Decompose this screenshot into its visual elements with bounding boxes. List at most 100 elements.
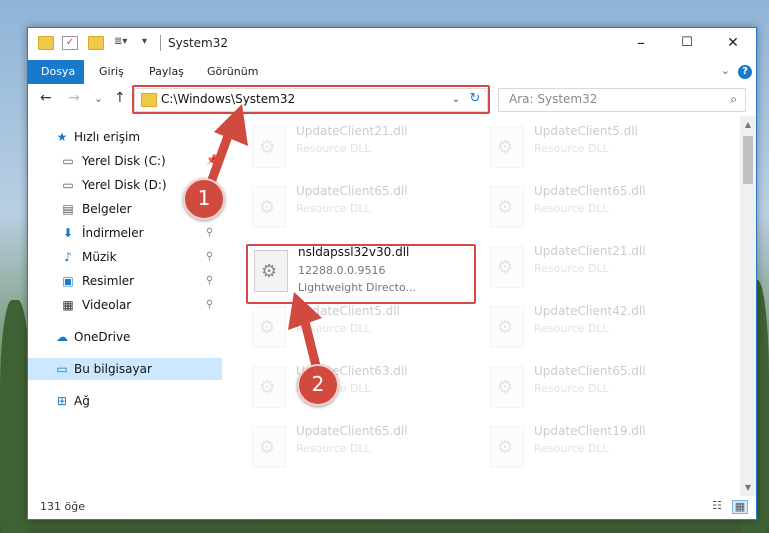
list-item[interactable]: UpdateClient65.dll Resource DLL — [484, 180, 714, 236]
file-type: Resource DLL — [296, 142, 371, 155]
sidebar-item-this-pc[interactable]: ▭ Bu bilgisayar — [28, 358, 222, 380]
item-count: 131 öğe — [40, 500, 85, 513]
list-item[interactable]: UpdateClient63.dll Resource DLL — [246, 360, 476, 416]
details-view-icon[interactable]: ☷ — [710, 500, 724, 512]
file-type: Resource DLL — [534, 382, 609, 395]
cloud-icon: ☁ — [56, 330, 68, 344]
sidebar-item-label: İndirmeler — [82, 226, 144, 240]
sidebar-item-quick-access[interactable]: ★ Hızlı erişim — [28, 126, 222, 148]
ribbon-tabs: Dosya Giriş Paylaş Görünüm ⌄ ? — [28, 60, 756, 84]
network-icon: ⊞ — [56, 394, 68, 408]
sidebar-item-videos[interactable]: ▦ Videolar ⚲ — [28, 294, 222, 316]
sidebar-item-network[interactable]: ⊞ Ağ — [28, 390, 222, 412]
list-item[interactable]: UpdateClient5.dll Resource DLL — [484, 120, 714, 176]
up-button[interactable]: ↑ — [114, 90, 126, 106]
file-name: UpdateClient65.dll — [534, 184, 646, 198]
pin-icon[interactable]: ⚲ — [206, 251, 213, 262]
list-item[interactable]: UpdateClient65.dll Resource DLL — [484, 360, 714, 416]
close-button[interactable]: ✕ — [710, 28, 756, 58]
sidebar-item-downloads[interactable]: ⬇ İndirmeler ⚲ — [28, 222, 222, 244]
vertical-scrollbar[interactable]: ▲ ▼ — [740, 116, 756, 496]
background-tree — [0, 300, 30, 533]
dll-file-icon — [490, 246, 524, 288]
pictures-icon: ▣ — [62, 274, 74, 288]
file-name: UpdateClient65.dll — [296, 184, 408, 198]
tab-home[interactable]: Giriş — [86, 60, 137, 84]
file-name: UpdateClient21.dll — [296, 124, 408, 138]
file-type: Resource DLL — [296, 202, 371, 215]
navigation-pane: ★ Hızlı erişim ▭ Yerel Disk (C:) 📌 ▭ Yer… — [28, 118, 223, 498]
help-icon[interactable]: ? — [738, 65, 752, 79]
dll-file-icon — [252, 366, 286, 408]
music-icon: ♪ — [64, 250, 72, 264]
forward-button[interactable]: → — [68, 90, 80, 106]
tab-view[interactable]: Görünüm — [194, 60, 271, 84]
dll-file-icon — [252, 126, 286, 168]
file-name: UpdateClient5.dll — [296, 304, 400, 318]
file-name: UpdateClient65.dll — [296, 424, 408, 438]
pin-icon[interactable]: 📌 — [206, 155, 218, 166]
dll-file-icon — [490, 126, 524, 168]
sidebar-item-label: OneDrive — [74, 330, 131, 344]
tiles-view-icon[interactable]: ▦ — [732, 500, 748, 514]
scroll-up-icon[interactable]: ▲ — [740, 120, 756, 129]
dll-file-icon — [490, 366, 524, 408]
step-badge-1: 1 — [183, 178, 225, 220]
dll-file-icon — [252, 426, 286, 468]
sidebar-item-label: Belgeler — [82, 202, 132, 216]
search-icon[interactable]: ⌕ — [730, 92, 737, 107]
pin-icon[interactable]: ⚲ — [206, 299, 213, 310]
sidebar-item-disk-c[interactable]: ▭ Yerel Disk (C:) 📌 — [28, 150, 222, 172]
pin-icon[interactable]: ⚲ — [206, 227, 213, 238]
computer-icon: ▭ — [56, 362, 68, 376]
new-folder-icon[interactable] — [88, 36, 104, 50]
list-item[interactable]: UpdateClient21.dll Resource DLL — [246, 120, 476, 176]
scroll-thumb[interactable] — [743, 136, 753, 184]
file-type: Resource DLL — [534, 142, 609, 155]
selected-file-highlight-box — [246, 244, 476, 304]
toolbar-dropdown-icon[interactable]: ▾ — [142, 36, 156, 48]
file-type: Resource DLL — [534, 202, 609, 215]
list-item[interactable]: UpdateClient19.dll Resource DLL — [484, 420, 714, 476]
ribbon-expand-icon[interactable]: ⌄ — [721, 64, 730, 77]
sidebar-item-music[interactable]: ♪ Müzik ⚲ — [28, 246, 222, 268]
file-type: Resource DLL — [534, 442, 609, 455]
sidebar-item-label: Videolar — [82, 298, 132, 312]
pin-icon[interactable]: ⚲ — [206, 275, 213, 286]
list-item[interactable]: UpdateClient65.dll Resource DLL — [246, 420, 476, 476]
drive-icon: ▭ — [62, 154, 74, 168]
properties-icon[interactable]: ✓ — [62, 36, 78, 50]
video-icon: ▦ — [62, 298, 74, 312]
step-badge-2: 2 — [297, 364, 339, 406]
back-button[interactable]: ← — [40, 90, 52, 106]
quick-access-customize-icon[interactable]: ≣▾ — [114, 36, 128, 48]
file-type: Resource DLL — [296, 442, 371, 455]
file-type: Resource DLL — [296, 322, 371, 335]
recent-locations-button[interactable]: ⌄ — [94, 92, 103, 105]
sidebar-item-label: Müzik — [82, 250, 117, 264]
file-name: UpdateClient42.dll — [534, 304, 646, 318]
download-icon: ⬇ — [62, 226, 74, 240]
documents-icon: ▤ — [62, 202, 74, 216]
sidebar-item-pictures[interactable]: ▣ Resimler ⚲ — [28, 270, 222, 292]
address-highlight-box — [132, 85, 490, 114]
maximize-button[interactable]: ☐ — [664, 28, 710, 58]
tab-file[interactable]: Dosya — [28, 60, 84, 84]
list-item[interactable]: UpdateClient21.dll Resource DLL — [484, 240, 714, 296]
drive-icon: ▭ — [62, 178, 74, 192]
tab-share[interactable]: Paylaş — [136, 60, 197, 84]
sidebar-item-label: Yerel Disk (D:) — [82, 178, 167, 192]
list-item[interactable]: UpdateClient42.dll Resource DLL — [484, 300, 714, 356]
list-item[interactable]: UpdateClient65.dll Resource DLL — [246, 180, 476, 236]
window-title: System32 — [168, 36, 229, 50]
explorer-window: ✓ ≣▾ ▾ System32 – ☐ ✕ Dosya Giriş Paylaş… — [27, 27, 757, 520]
list-item[interactable]: UpdateClient5.dll Resource DLL — [246, 300, 476, 356]
file-name: UpdateClient65.dll — [534, 364, 646, 378]
file-list: UpdateClient21.dll Resource DLL UpdateCl… — [238, 116, 738, 496]
dll-file-icon — [490, 306, 524, 348]
navigation-bar: ← → ⌄ ↑ C:\Windows\System32 ⌄ ↻ Ara: Sys… — [28, 84, 756, 116]
sidebar-item-onedrive[interactable]: ☁ OneDrive — [28, 326, 222, 348]
minimize-button[interactable]: – — [618, 28, 664, 58]
scroll-down-icon[interactable]: ▼ — [740, 483, 756, 492]
search-box[interactable]: Ara: System32 ⌕ — [498, 88, 746, 112]
